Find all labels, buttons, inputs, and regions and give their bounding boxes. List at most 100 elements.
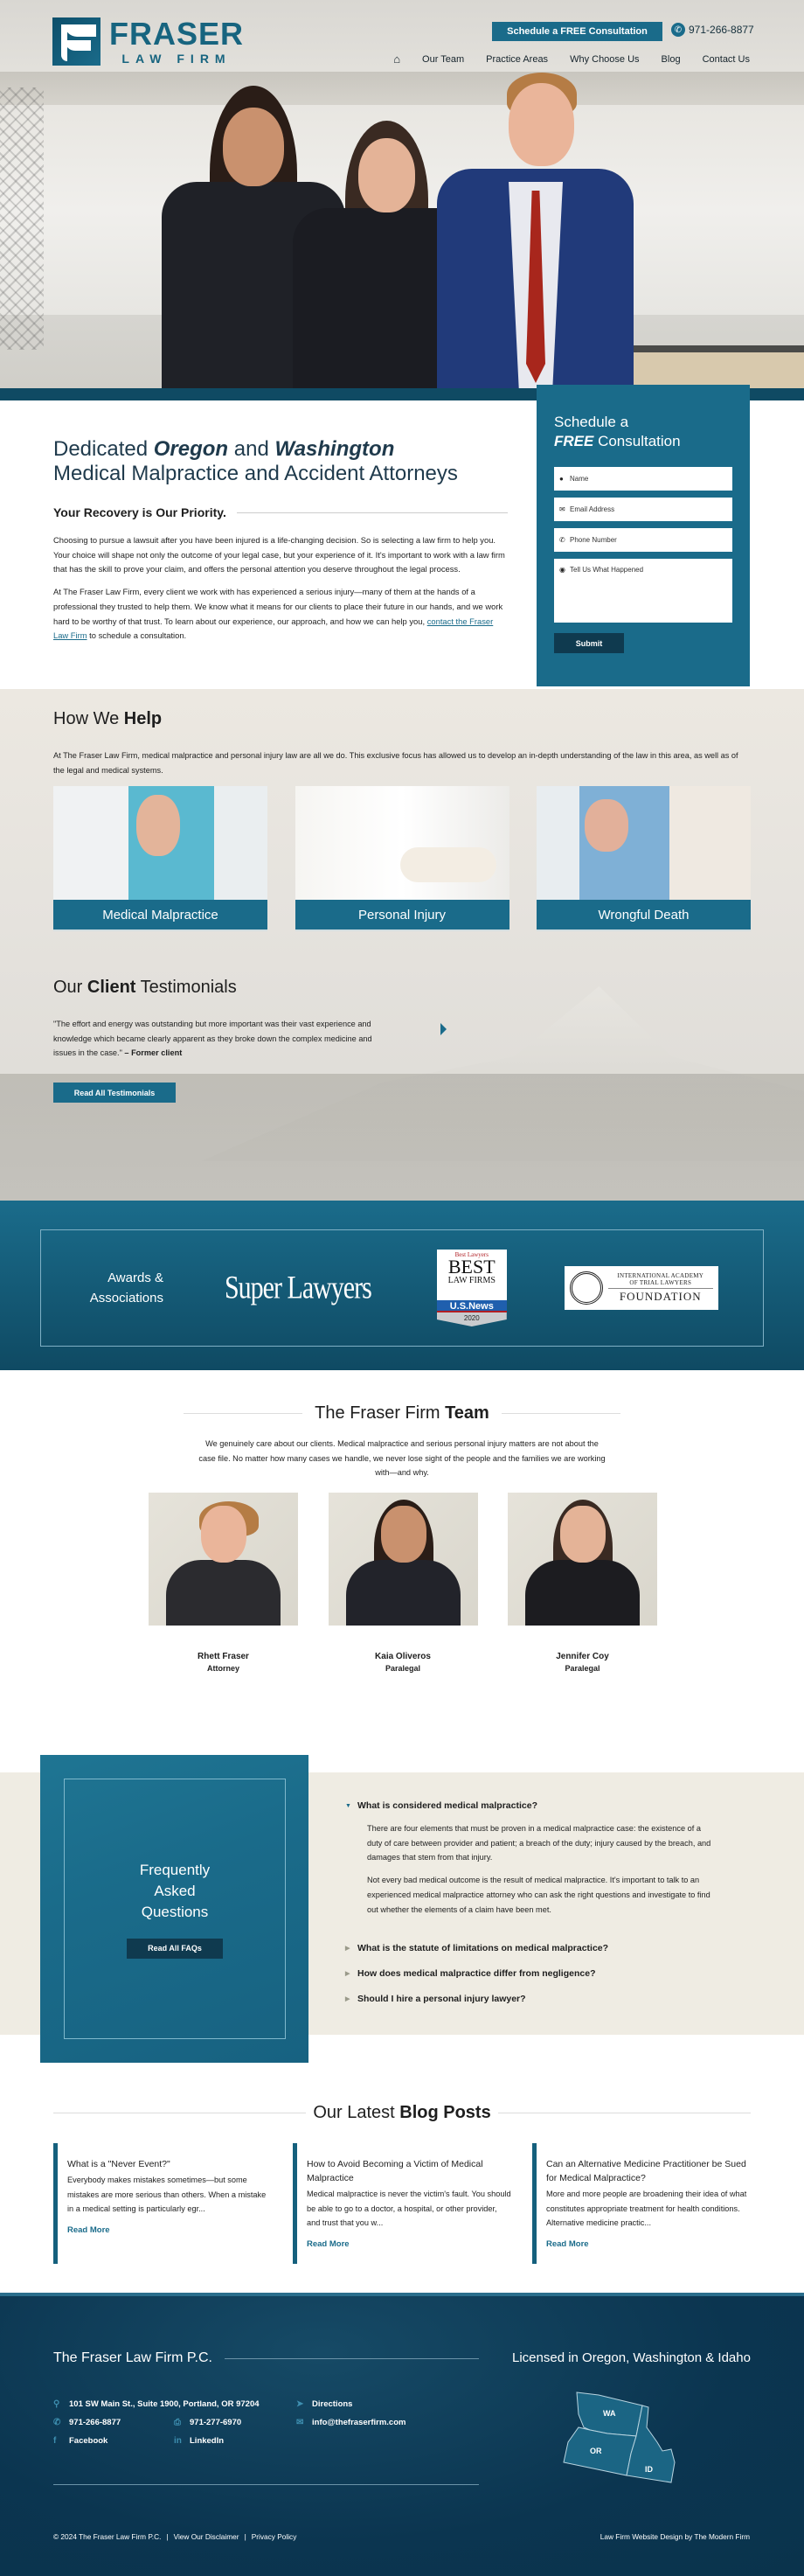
blog-post-excerpt: More and more people are broadening thei… xyxy=(546,2190,747,2228)
nav-blog[interactable]: Blog xyxy=(662,54,681,65)
map-label-or: OR xyxy=(590,2447,602,2455)
team-member[interactable]: Kaia Oliveros Paralegal xyxy=(328,1493,478,1673)
map-label-id: ID xyxy=(645,2465,654,2474)
submit-button[interactable]: Submit xyxy=(554,633,624,653)
header-phone-link[interactable]: ✆ 971-266-8877 xyxy=(671,23,754,37)
directions-link[interactable]: ➤ Directions xyxy=(296,2399,464,2409)
hero-person-right xyxy=(437,73,634,400)
footer-phone-link[interactable]: ✆ 971-266-8877 xyxy=(53,2418,174,2427)
copyright: © 2024 The Fraser Law Firm P.C. xyxy=(53,2532,162,2541)
address-link[interactable]: ⚲ 101 SW Main St., Suite 1900, Portland, … xyxy=(53,2399,296,2409)
next-arrow-icon[interactable] xyxy=(440,1023,447,1035)
blog-post: Can an Alternative Medicine Practitioner… xyxy=(532,2143,751,2264)
consultation-form: Schedule a FREE Consultation ● Name ✉ Em… xyxy=(537,385,750,686)
privacy-policy-link[interactable]: Privacy Policy xyxy=(252,2532,297,2541)
map-label-wa: WA xyxy=(603,2409,616,2418)
faq-answer: There are four elements that must be pro… xyxy=(367,1824,711,1914)
nav-practice-areas[interactable]: Practice Areas xyxy=(486,54,548,65)
hero: FRASER LAW FIRM Schedule a FREE Consulta… xyxy=(0,0,804,400)
logo-mark-icon xyxy=(52,17,100,66)
message-field[interactable]: ◉ Tell Us What Happened xyxy=(554,559,732,623)
divider xyxy=(236,512,508,513)
navigation-arrow-icon: ➤ xyxy=(296,2399,304,2409)
phone-icon: ✆ xyxy=(671,23,685,37)
faq-question[interactable]: ▶ What is the statute of limitations on … xyxy=(345,1943,712,1953)
blog-section: Our Latest Blog Posts What is a "Never E… xyxy=(0,2087,804,2293)
testimonials: Our Client Testimonials "The effort and … xyxy=(53,978,385,1104)
read-more-link[interactable]: Read More xyxy=(546,2239,751,2249)
intro-paragraph-1: Choosing to pursue a lawsuit after you h… xyxy=(53,535,505,574)
team-member-photo xyxy=(508,1493,657,1626)
faq-question[interactable]: ▶ Should I hire a personal injury lawyer… xyxy=(345,1994,712,2004)
blog-post-excerpt: Everybody makes mistakes sometimes—but s… xyxy=(67,2176,267,2214)
blog-post-title[interactable]: Can an Alternative Medicine Practitioner… xyxy=(546,2157,751,2185)
nav-why-choose-us[interactable]: Why Choose Us xyxy=(570,54,639,65)
chat-icon: ◉ xyxy=(559,566,565,574)
disclaimer-link[interactable]: View Our Disclaimer xyxy=(174,2532,239,2541)
caret-right-icon: ▶ xyxy=(345,1946,350,1953)
form-title: Schedule a FREE Consultation xyxy=(554,414,681,449)
team-member[interactable]: Rhett Fraser Attorney xyxy=(149,1493,298,1673)
nav-contact-us[interactable]: Contact Us xyxy=(703,54,750,65)
phone-icon: ✆ xyxy=(53,2418,61,2427)
fax-number[interactable]: ⎙ 971-277-6970 xyxy=(174,2418,241,2427)
how-we-help: How We Help At The Fraser Law Firm, medi… xyxy=(53,709,751,931)
footer-firm-name: The Fraser Law Firm P.C. xyxy=(53,2350,212,2365)
facebook-icon: f xyxy=(53,2436,57,2446)
schedule-consultation-button[interactable]: Schedule a FREE Consultation xyxy=(492,22,662,41)
nav-our-team[interactable]: Our Team xyxy=(422,54,464,65)
read-all-faqs-button[interactable]: Read All FAQs xyxy=(127,1938,223,1959)
team-member[interactable]: Jennifer Coy Paralegal xyxy=(508,1493,657,1673)
facebook-link[interactable]: f Facebook xyxy=(53,2436,174,2446)
intro-paragraph-2: At The Fraser Law Firm, every client we … xyxy=(53,587,503,641)
intro-section: Dedicated Oregon and Washington Medical … xyxy=(0,385,804,689)
wrongful-death-image xyxy=(537,786,751,900)
email-field[interactable]: ✉ Email Address xyxy=(554,498,732,521)
seal-icon xyxy=(569,1271,603,1305)
practice-card-medical-malpractice[interactable]: Medical Malpractice xyxy=(53,786,267,931)
caret-right-icon: ▶ xyxy=(345,1971,350,1978)
testimonial-quote: "The effort and energy was outstanding b… xyxy=(53,1020,372,1058)
faq-card: Frequently Asked Questions Read All FAQs xyxy=(40,1755,308,2063)
practice-card-personal-injury[interactable]: Personal Injury xyxy=(295,786,509,931)
design-credit-link[interactable]: Law Firm Website Design by The Modern Fi… xyxy=(600,2532,750,2541)
team-title: The Fraser Firm Team xyxy=(315,1403,489,1423)
logo-title: FRASER xyxy=(109,15,245,52)
main-nav: ⌂ Our Team Practice Areas Why Choose Us … xyxy=(393,52,750,66)
hero-tower-background xyxy=(0,87,44,350)
blog-post: What is a "Never Event?" Everybody makes… xyxy=(53,2143,272,2264)
licensed-states-heading: Licensed in Oregon, Washington & Idaho xyxy=(512,2350,751,2365)
iatl-foundation-logo: INTERNATIONAL ACADEMY OF TRIAL LAWYERS F… xyxy=(564,1266,718,1310)
help-title: How We Help xyxy=(53,709,163,728)
map-pin-icon: ⚲ xyxy=(53,2399,60,2409)
practice-card-wrongful-death[interactable]: Wrongful Death xyxy=(537,786,751,931)
email-link[interactable]: ✉ info@thefraserfirm.com xyxy=(296,2418,464,2427)
read-all-testimonials-button[interactable]: Read All Testimonials xyxy=(53,1083,176,1104)
site-footer: The Fraser Law Firm P.C. Licensed in Ore… xyxy=(0,2293,804,2576)
faq-question[interactable]: ▶ How does medical malpractice differ fr… xyxy=(345,1968,712,1979)
site-header: FRASER LAW FIRM Schedule a FREE Consulta… xyxy=(0,0,804,79)
best-law-firms-badge: Best Lawyers BEST LAW FIRMS U.S.News 202… xyxy=(436,1250,507,1326)
blog-post-title[interactable]: How to Avoid Becoming a Victim of Medica… xyxy=(307,2157,511,2185)
home-icon[interactable]: ⌂ xyxy=(393,52,400,66)
blog-post-title[interactable]: What is a "Never Event?" xyxy=(67,2157,272,2171)
personal-injury-image xyxy=(295,786,509,900)
logo-subtitle: LAW FIRM xyxy=(121,51,232,66)
envelope-icon: ✉ xyxy=(296,2418,304,2427)
fax-icon: ⎙ xyxy=(174,2418,181,2427)
phone-field[interactable]: ✆ Phone Number xyxy=(554,528,732,552)
faq-question-open[interactable]: ▼ What is considered medical malpractice… xyxy=(345,1800,712,1811)
logo[interactable]: FRASER LAW FIRM xyxy=(52,17,244,66)
blog-post-excerpt: Medical malpractice is never the victim'… xyxy=(307,2190,511,2228)
read-more-link[interactable]: Read More xyxy=(307,2239,511,2249)
faq-title: Frequently Asked Questions xyxy=(139,1861,211,1920)
priority-subheading: Your Recovery is Our Priority. xyxy=(53,505,226,519)
help-description: At The Fraser Law Firm, medical malpract… xyxy=(53,751,738,775)
linkedin-link[interactable]: in LinkedIn xyxy=(174,2436,224,2446)
linkedin-icon: in xyxy=(174,2436,182,2446)
licensed-states-map: WA OR ID xyxy=(563,2392,676,2483)
footer-legal: © 2024 The Fraser Law Firm P.C. | View O… xyxy=(53,2532,297,2541)
name-field[interactable]: ● Name xyxy=(554,467,732,491)
caret-right-icon: ▶ xyxy=(345,1996,350,2003)
read-more-link[interactable]: Read More xyxy=(67,2225,272,2235)
